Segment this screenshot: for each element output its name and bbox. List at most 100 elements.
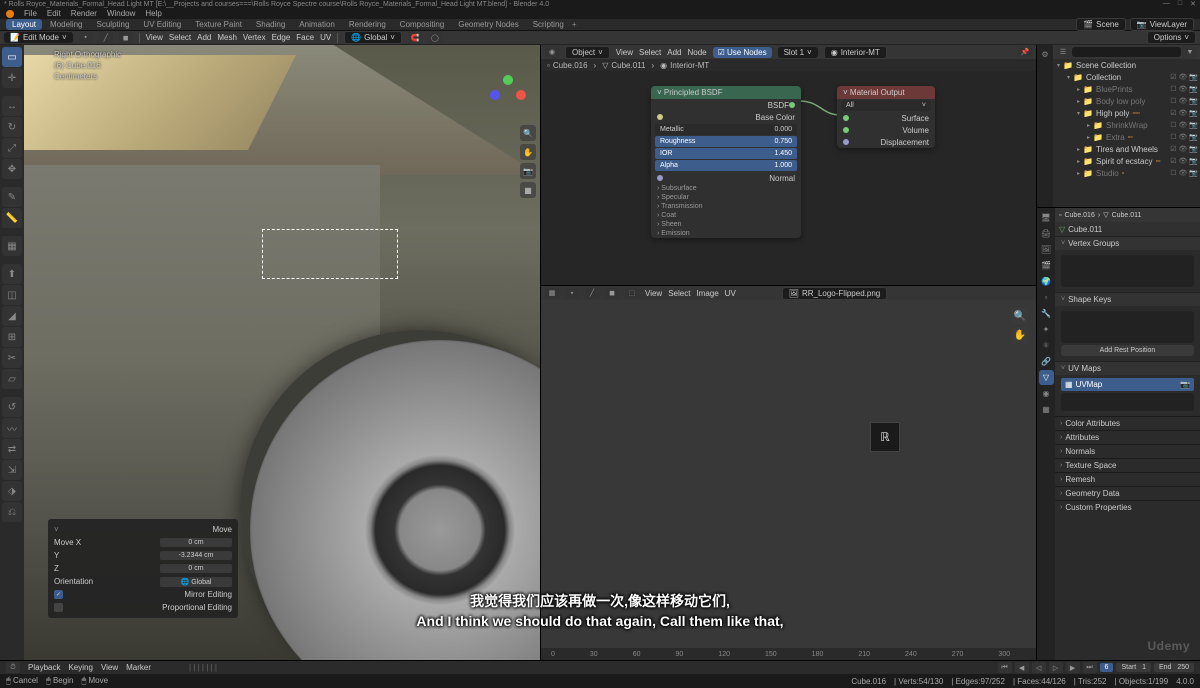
- tab-uvediting[interactable]: UV Editing: [137, 19, 187, 30]
- add-rest-position-button[interactable]: Add Rest Position: [1061, 345, 1194, 356]
- ptab-constraint[interactable]: 🔗: [1039, 354, 1054, 369]
- outliner-item[interactable]: ▾📁 High poly ▫▫▫☑ 👁 📷: [1053, 107, 1200, 119]
- tool-loopcut[interactable]: ⊞: [2, 327, 22, 347]
- subsurface-expand[interactable]: › Subsurface: [651, 184, 801, 193]
- orientation-selector[interactable]: 🌐 Global ˅: [344, 31, 402, 44]
- ptab-modifier[interactable]: 🔧: [1039, 306, 1054, 321]
- tool-scale[interactable]: ⤢: [2, 138, 22, 158]
- zoom-icon[interactable]: 🔍: [520, 125, 536, 141]
- vp-menu-uv[interactable]: UV: [320, 33, 331, 42]
- roughness-slider[interactable]: Roughness0.750: [655, 136, 797, 147]
- viewlayer-selector[interactable]: 📷 ViewLayer: [1130, 18, 1194, 31]
- edge-select-icon[interactable]: ╱: [99, 32, 113, 43]
- outliner-item[interactable]: ▸📁 BluePrints☐ 👁 📷: [1053, 83, 1200, 95]
- tool-bevel[interactable]: ◢: [2, 306, 22, 326]
- vp-menu-face[interactable]: Face: [296, 33, 314, 42]
- tool-rip[interactable]: ⎌: [2, 502, 22, 522]
- remesh-section[interactable]: ›Remesh: [1055, 472, 1200, 486]
- ptab-viewlayer[interactable]: 🖼: [1039, 242, 1054, 257]
- start-frame-field[interactable]: Start 1: [1116, 663, 1151, 672]
- uv-island-icon[interactable]: ⬚: [625, 288, 639, 299]
- menu-edit[interactable]: Edit: [47, 9, 61, 18]
- geometry-data-section[interactable]: ›Geometry Data: [1055, 486, 1200, 500]
- outliner-type-icon[interactable]: ☰: [1056, 47, 1070, 58]
- ptab-render[interactable]: 🖥: [1039, 210, 1054, 225]
- tab-animation[interactable]: Animation: [293, 19, 341, 30]
- prop-edit-icon[interactable]: ◯: [428, 32, 442, 43]
- timeline-type-icon[interactable]: ⏱: [6, 662, 20, 673]
- tab-scripting[interactable]: Scripting: [527, 19, 570, 30]
- node-mode-selector[interactable]: Object ˅: [565, 46, 610, 59]
- vp-menu-mesh[interactable]: Mesh: [217, 33, 237, 42]
- uv-editor-type-icon[interactable]: ▦: [545, 288, 559, 299]
- viewport-3d[interactable]: Right Orthographic (6) Cube.016 Centimet…: [24, 45, 540, 660]
- outliner-filter-icon[interactable]: ⚙: [1038, 47, 1053, 62]
- normals-section[interactable]: ›Normals: [1055, 444, 1200, 458]
- uv-maps-header[interactable]: ˅UV Maps: [1055, 361, 1200, 375]
- vertex-groups-header[interactable]: ˅Vertex Groups: [1055, 236, 1200, 250]
- tool-shear[interactable]: ⬗: [2, 481, 22, 501]
- tool-polybuild[interactable]: ▱: [2, 369, 22, 389]
- outliner-scene-collection[interactable]: ▾📁 Scene Collection: [1053, 59, 1200, 71]
- uv-vert-icon[interactable]: ▪: [565, 288, 579, 299]
- tab-sculpting[interactable]: Sculpting: [91, 19, 136, 30]
- node-menu-select[interactable]: Select: [639, 48, 661, 57]
- tool-addcube[interactable]: ▦: [2, 236, 22, 256]
- vp-menu-edge[interactable]: Edge: [272, 33, 291, 42]
- texture-space-section[interactable]: ›Texture Space: [1055, 458, 1200, 472]
- current-frame-field[interactable]: 6: [1100, 663, 1114, 672]
- bc-object[interactable]: ▫ Cube.016: [547, 61, 588, 70]
- material-selector[interactable]: ◉ Interior-MT: [824, 46, 887, 59]
- camera-icon[interactable]: 📷: [520, 163, 536, 179]
- tab-modeling[interactable]: Modeling: [44, 19, 88, 30]
- menu-render[interactable]: Render: [71, 9, 97, 18]
- uv-menu-view[interactable]: View: [645, 289, 662, 298]
- output-target[interactable]: All˅: [841, 100, 931, 111]
- tab-shading[interactable]: Shading: [250, 19, 291, 30]
- node-principled-bsdf[interactable]: ˅ Principled BSDF BSDF Base Color Metall…: [651, 86, 801, 238]
- tool-inset[interactable]: ◫: [2, 285, 22, 305]
- options-dropdown[interactable]: Options ˅: [1147, 31, 1196, 44]
- tool-measure[interactable]: 📏: [2, 208, 22, 228]
- tool-cursor[interactable]: ✛: [2, 68, 22, 88]
- menu-help[interactable]: Help: [145, 9, 161, 18]
- ior-slider[interactable]: IOR1.450: [655, 148, 797, 159]
- jump-end-icon[interactable]: ⏭: [1083, 662, 1097, 673]
- tab-layout[interactable]: Layout: [6, 19, 42, 30]
- outliner-item[interactable]: ▸📁 Spirit of ecstacy ▫▫☑ 👁 📷: [1053, 155, 1200, 167]
- move-orient-selector[interactable]: 🌐 Global: [160, 577, 232, 587]
- move-y-field[interactable]: -3.2344 cm: [160, 551, 232, 560]
- outliner-item[interactable]: ▸📁 Extra ▫▫☐ 👁 📷: [1053, 131, 1200, 143]
- play-icon[interactable]: ▷: [1049, 662, 1063, 673]
- alpha-slider[interactable]: Alpha1.000: [655, 160, 797, 171]
- node-menu-add[interactable]: Add: [667, 48, 681, 57]
- vert-select-icon[interactable]: ▪: [79, 32, 93, 43]
- editor-type-icon[interactable]: ◉: [545, 47, 559, 58]
- scene-selector[interactable]: 🎬 Scene: [1076, 18, 1126, 31]
- mode-selector[interactable]: 📝 Edit Mode ˅: [4, 32, 73, 43]
- tool-spin[interactable]: ↺: [2, 397, 22, 417]
- node-material-output[interactable]: ˅ Material Output All˅ Surface Volume Di…: [837, 86, 935, 148]
- use-nodes-toggle[interactable]: ☑ Use Nodes: [713, 47, 772, 58]
- end-frame-field[interactable]: End 250: [1154, 663, 1194, 672]
- tool-knife[interactable]: ✂: [2, 348, 22, 368]
- tab-rendering[interactable]: Rendering: [343, 19, 392, 30]
- node-menu-node[interactable]: Node: [687, 48, 706, 57]
- tool-move[interactable]: ↔: [2, 96, 22, 116]
- vertex-groups-list[interactable]: [1061, 255, 1194, 287]
- persp-icon[interactable]: ▦: [520, 182, 536, 198]
- metallic-slider[interactable]: Metallic0.000: [655, 124, 797, 135]
- attributes-section[interactable]: ›Attributes: [1055, 430, 1200, 444]
- outliner-search[interactable]: [1072, 47, 1181, 57]
- tab-geonodes[interactable]: Geometry Nodes: [452, 19, 524, 30]
- outliner-item[interactable]: ▾📁 Collection☑ 👁 📷: [1053, 71, 1200, 83]
- shape-keys-list[interactable]: [1061, 311, 1194, 343]
- uvmap-item[interactable]: ▦ UVMap📷: [1061, 378, 1194, 391]
- emission-expand[interactable]: › Emission: [651, 229, 801, 238]
- tool-shrink[interactable]: ⇲: [2, 460, 22, 480]
- tool-extrude[interactable]: ⬆: [2, 264, 22, 284]
- tool-annotate[interactable]: ✎: [2, 187, 22, 207]
- tl-keying[interactable]: Keying: [68, 663, 92, 672]
- tl-marker[interactable]: Marker: [126, 663, 151, 672]
- jump-start-icon[interactable]: ⏮: [998, 662, 1012, 673]
